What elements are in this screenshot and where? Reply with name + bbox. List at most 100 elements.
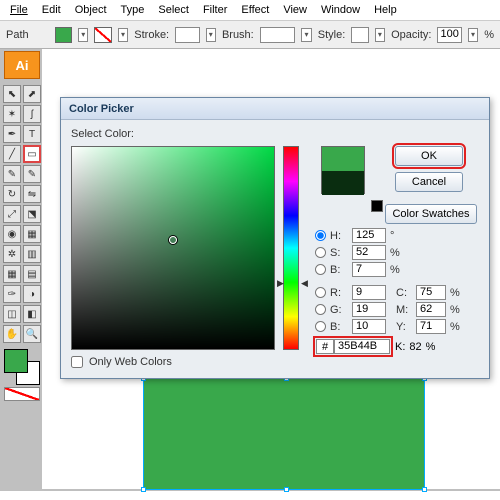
resize-handle[interactable] — [284, 487, 289, 492]
cancel-button[interactable]: Cancel — [395, 172, 463, 192]
selection-tool[interactable]: ⬉ — [3, 85, 21, 103]
brush-input[interactable] — [260, 27, 296, 43]
direct-selection-tool[interactable]: ⬈ — [23, 85, 41, 103]
bri-unit: % — [390, 264, 404, 276]
y-field[interactable]: 71 — [416, 319, 446, 334]
symbol-sprayer-tool[interactable]: ✲ — [3, 245, 21, 263]
menu-window[interactable]: Window — [315, 2, 366, 18]
sat-field[interactable]: 52 — [352, 245, 386, 260]
pencil-tool[interactable]: ✎ — [23, 165, 41, 183]
menu-object[interactable]: Object — [69, 2, 113, 18]
gradient-tool[interactable]: ▤ — [23, 265, 41, 283]
menu-file[interactable]: File — [4, 2, 34, 18]
stroke-weight-input[interactable] — [175, 27, 199, 43]
new-color-preview — [322, 147, 364, 171]
canvas-area[interactable]: Color Picker Select Color: ▶ ◀ OK Cancel… — [44, 49, 500, 491]
color-field-marker-icon[interactable] — [169, 236, 177, 244]
rectangle-tool[interactable]: ▭ — [23, 145, 41, 163]
menu-help[interactable]: Help — [368, 2, 403, 18]
hue-field[interactable]: 125 — [352, 228, 386, 243]
mesh-tool[interactable]: ▦ — [3, 265, 21, 283]
menu-view[interactable]: View — [277, 2, 313, 18]
shear-tool[interactable]: ⬔ — [23, 205, 41, 223]
paintbrush-tool[interactable]: ✎ — [3, 165, 21, 183]
menu-type[interactable]: Type — [115, 2, 151, 18]
menu-effect[interactable]: Effect — [235, 2, 275, 18]
g-radio[interactable] — [315, 304, 326, 315]
style-input[interactable] — [351, 27, 368, 43]
zoom-tool[interactable]: 🔍 — [23, 325, 41, 343]
slice-tool[interactable]: ◫ — [3, 305, 21, 323]
hue-marker-right-icon[interactable]: ◀ — [301, 278, 308, 289]
only-web-colors-checkbox[interactable] — [71, 356, 83, 368]
free-transform-tool[interactable]: ▦ — [23, 225, 41, 243]
r-label: R: — [330, 287, 348, 299]
eraser-tool[interactable]: ◧ — [23, 305, 41, 323]
b-field[interactable]: 10 — [352, 319, 386, 334]
ok-button[interactable]: OK — [395, 146, 463, 166]
fill-swatch[interactable] — [55, 27, 72, 43]
only-web-colors-label: Only Web Colors — [89, 356, 172, 368]
line-tool[interactable]: ╱ — [3, 145, 21, 163]
app-logo: Ai — [4, 51, 40, 79]
sat-unit: % — [390, 247, 404, 259]
menu-filter[interactable]: Filter — [197, 2, 233, 18]
sat-radio[interactable] — [315, 247, 326, 258]
rotate-tool[interactable]: ↻ — [3, 185, 21, 203]
color-field[interactable] — [71, 146, 275, 350]
none-color-indicator[interactable] — [4, 387, 40, 401]
hex-field[interactable]: 35B44B — [334, 339, 390, 354]
out-of-gamut-swatch[interactable] — [371, 200, 383, 212]
g-label: G: — [330, 304, 348, 316]
selection-type-label: Path — [6, 29, 29, 41]
color-swatches-button[interactable]: Color Swatches — [385, 204, 477, 224]
brush-dropdown-icon[interactable] — [301, 28, 311, 42]
type-tool[interactable]: T — [23, 125, 41, 143]
dialog-titlebar[interactable]: Color Picker — [61, 98, 489, 120]
blend-tool[interactable]: ◑ — [23, 285, 41, 303]
opacity-dropdown-icon[interactable] — [468, 28, 478, 42]
fill-dropdown-icon[interactable] — [78, 28, 88, 42]
fill-stroke-indicator[interactable] — [4, 349, 40, 385]
opacity-input[interactable]: 100 — [437, 27, 461, 43]
k-field[interactable]: 82 — [409, 341, 421, 353]
r-radio[interactable] — [315, 287, 326, 298]
graph-tool[interactable]: ▥ — [23, 245, 41, 263]
g-field[interactable]: 19 — [352, 302, 386, 317]
magic-wand-tool[interactable]: ✶ — [3, 105, 21, 123]
b-radio[interactable] — [315, 321, 326, 332]
style-label: Style: — [318, 29, 346, 41]
hue-radio[interactable] — [315, 230, 326, 241]
menu-select[interactable]: Select — [152, 2, 195, 18]
hue-slider[interactable] — [283, 146, 299, 350]
eyedropper-tool[interactable]: ✑ — [3, 285, 21, 303]
bri-field[interactable]: 7 — [352, 262, 386, 277]
tools-panel: ⬉ ⬈ ✶ ʃ ✒ T ╱ ▭ ✎ ✎ ↻ ⇋ ⤢ ⬔ ◉ ▦ ✲ ▥ ▦ ▤ … — [3, 85, 41, 343]
k-label: K: — [395, 341, 405, 353]
c-field[interactable]: 75 — [416, 285, 446, 300]
r-field[interactable]: 9 — [352, 285, 386, 300]
warp-tool[interactable]: ◉ — [3, 225, 21, 243]
y-label: Y: — [396, 321, 412, 333]
workspace: Ai ⬉ ⬈ ✶ ʃ ✒ T ╱ ▭ ✎ ✎ ↻ ⇋ ⤢ ⬔ ◉ ▦ ✲ ▥ ▦… — [0, 49, 500, 491]
reflect-tool[interactable]: ⇋ — [23, 185, 41, 203]
fill-color-box[interactable] — [4, 349, 28, 373]
resize-handle[interactable] — [422, 487, 427, 492]
stroke-swatch-none[interactable] — [94, 27, 111, 43]
bri-radio[interactable] — [315, 264, 326, 275]
c-unit: % — [450, 287, 464, 299]
lasso-tool[interactable]: ʃ — [23, 105, 41, 123]
pen-tool[interactable]: ✒ — [3, 125, 21, 143]
menu-edit[interactable]: Edit — [36, 2, 67, 18]
stroke-weight-dropdown-icon[interactable] — [206, 28, 216, 42]
only-web-colors-row[interactable]: Only Web Colors — [71, 356, 172, 368]
resize-handle[interactable] — [141, 487, 146, 492]
hue-marker-left-icon[interactable]: ▶ — [277, 278, 284, 289]
selected-rectangle[interactable] — [144, 379, 424, 489]
scale-tool[interactable]: ⤢ — [3, 205, 21, 223]
hand-tool[interactable]: ✋ — [3, 325, 21, 343]
style-dropdown-icon[interactable] — [375, 28, 385, 42]
m-unit: % — [450, 304, 464, 316]
stroke-dropdown-icon[interactable] — [118, 28, 128, 42]
m-field[interactable]: 62 — [416, 302, 446, 317]
